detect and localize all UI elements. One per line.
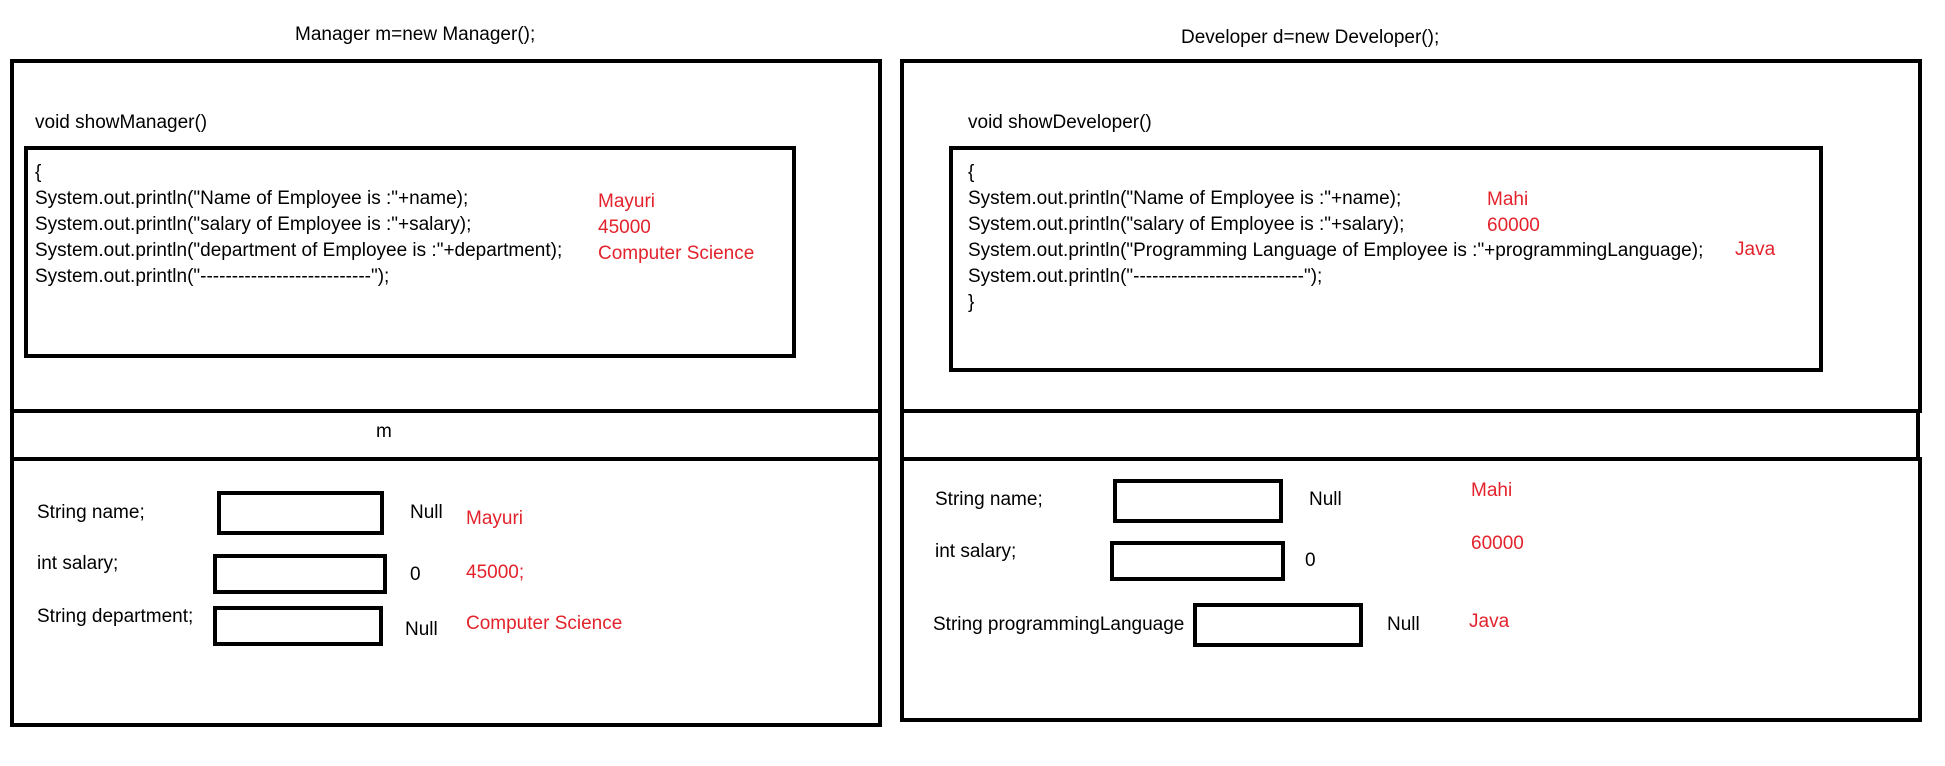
manager-code-line: System.out.println("--------------------… xyxy=(35,266,390,287)
developer-field-value: 60000 xyxy=(1471,533,1524,554)
manager-caption: Manager m=new Manager(); xyxy=(295,24,536,45)
manager-output-salary: 45000 xyxy=(598,217,651,238)
developer-field-default: 0 xyxy=(1305,550,1316,571)
developer-field-value: Mahi xyxy=(1471,480,1513,501)
developer-caption: Developer d=new Developer(); xyxy=(1181,27,1440,48)
manager-code-line: System.out.println("department of Employ… xyxy=(35,240,563,261)
developer-method-signature: void showDeveloper() xyxy=(968,112,1152,133)
manager-code-block: { System.out.println("Name of Employee i… xyxy=(35,162,562,292)
developer-output-salary: 60000 xyxy=(1487,215,1540,236)
developer-field-box-salary xyxy=(1110,541,1285,581)
developer-field-label: String programmingLanguage xyxy=(933,614,1185,635)
manager-field-default: 0 xyxy=(410,564,421,585)
developer-code-line: } xyxy=(968,292,975,313)
manager-code-line: System.out.println("salary of Employee i… xyxy=(35,214,472,235)
developer-code-line: { xyxy=(968,162,975,183)
developer-object-fields xyxy=(900,457,1922,722)
manager-field-box-department xyxy=(213,606,383,646)
manager-reference-label: m xyxy=(376,421,392,442)
developer-field-label: String name; xyxy=(935,489,1043,510)
manager-output-name: Mayuri xyxy=(598,191,656,212)
manager-method-signature: void showManager() xyxy=(35,112,208,133)
developer-field-default: Null xyxy=(1309,489,1342,510)
developer-output-name: Mahi xyxy=(1487,189,1529,210)
manager-field-default: Null xyxy=(405,619,438,640)
developer-field-box-name xyxy=(1113,479,1283,523)
developer-code-line: System.out.println("salary of Employee i… xyxy=(968,214,1405,235)
manager-code-line: { xyxy=(35,162,42,183)
manager-reference-row xyxy=(10,409,882,461)
manager-field-box-salary xyxy=(213,554,387,594)
developer-code-line: System.out.println("Name of Employee is … xyxy=(968,188,1402,209)
developer-code-line: System.out.println("--------------------… xyxy=(968,266,1323,287)
developer-field-label: int salary; xyxy=(935,541,1017,562)
developer-field-value: Java xyxy=(1469,611,1510,632)
manager-field-label: int salary; xyxy=(37,553,119,574)
manager-field-label: String department; xyxy=(37,606,194,627)
developer-reference-row xyxy=(900,409,1920,461)
manager-field-label: String name; xyxy=(37,502,145,523)
manager-field-box-name xyxy=(217,491,384,535)
developer-field-default: Null xyxy=(1387,614,1420,635)
manager-output-department: Computer Science xyxy=(598,243,755,264)
manager-object-fields xyxy=(10,457,882,727)
manager-field-value: Mayuri xyxy=(466,508,524,529)
developer-code-block: { System.out.println("Name of Employee i… xyxy=(968,162,1703,318)
manager-field-default: Null xyxy=(410,502,443,523)
manager-code-line: System.out.println("Name of Employee is … xyxy=(35,188,469,209)
developer-field-box-language xyxy=(1193,603,1363,647)
developer-output-language: Java xyxy=(1735,239,1776,260)
manager-field-value: Computer Science xyxy=(466,613,623,634)
developer-code-line: System.out.println("Programming Language… xyxy=(968,240,1704,261)
manager-field-value: 45000; xyxy=(466,562,525,583)
